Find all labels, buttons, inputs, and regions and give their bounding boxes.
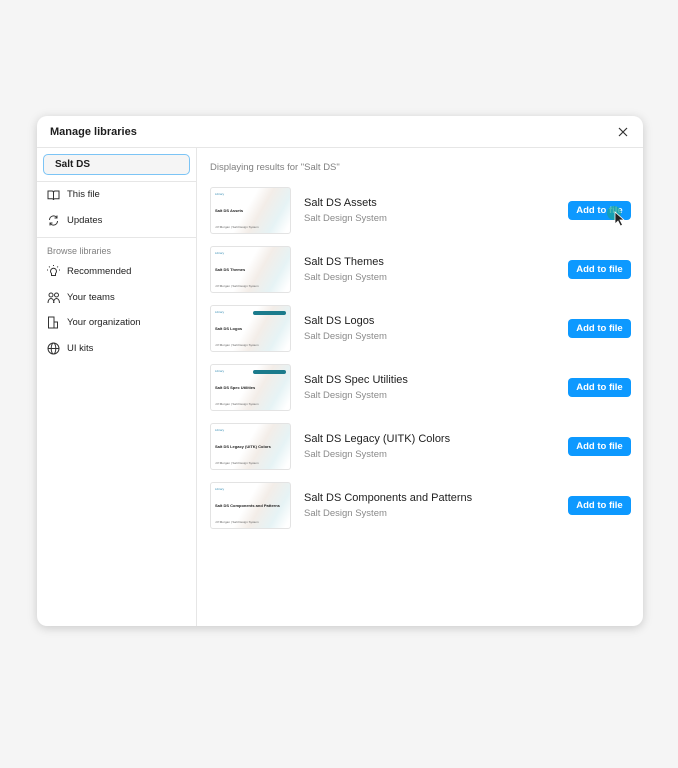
- button-label: Add to file: [576, 499, 623, 511]
- library-name: Salt DS Assets: [304, 196, 377, 209]
- thumbnail-library-label: Library: [215, 427, 225, 432]
- search-field[interactable]: [43, 154, 190, 175]
- library-result-row[interactable]: Library Salt DS Assets J.P.Morgan | Salt…: [210, 186, 631, 234]
- sidebar-item-label: Updates: [67, 214, 103, 226]
- add-to-file-button[interactable]: Add to file: [568, 318, 631, 338]
- sidebar-item-label: Recommended: [67, 266, 132, 278]
- people-icon: [47, 292, 60, 303]
- library-name: Salt DS Logos: [304, 314, 375, 327]
- manage-libraries-dialog: Manage libraries This file Updates Browse…: [37, 116, 643, 626]
- library-name: Salt DS Legacy (UITK) Colors: [304, 432, 451, 445]
- dialog-title: Manage libraries: [50, 125, 137, 138]
- button-label: Add to file: [576, 204, 623, 216]
- sidebar-item-this-file[interactable]: This file: [37, 182, 196, 208]
- refresh-icon: [48, 215, 59, 226]
- thumbnail-library-label: Library: [215, 309, 225, 314]
- thumbnail-title: Salt DS Legacy (UITK) Colors: [215, 443, 271, 449]
- add-to-file-button[interactable]: Add to file: [568, 200, 631, 227]
- sidebar-item-your-organization[interactable]: Your organization: [37, 310, 196, 336]
- library-team: Salt Design System: [304, 507, 387, 519]
- globe-icon: [47, 342, 60, 355]
- sidebar-item-label: Your teams: [67, 291, 115, 303]
- button-label: Add to file: [576, 381, 623, 393]
- library-result-row[interactable]: Library Salt DS Legacy (UITK) Colors J.P…: [210, 422, 631, 470]
- library-team: Salt Design System: [304, 271, 387, 283]
- sidebar-item-ui-kits[interactable]: UI kits: [37, 336, 196, 362]
- thumbnail-footer: J.P.Morgan | Salt Design System: [215, 224, 259, 229]
- library-thumbnail: Library Salt DS Components and Patterns …: [210, 481, 291, 529]
- thumbnail-footer: J.P.Morgan | Salt Design System: [215, 460, 259, 465]
- sidebar-item-label: This file: [67, 189, 100, 201]
- organization-icon: [48, 316, 58, 329]
- thumbnail-footer: J.P.Morgan | Salt Design System: [215, 342, 259, 347]
- browse-libraries-heading: Browse libraries: [47, 246, 112, 256]
- thumbnail-title: Salt DS Assets: [215, 207, 244, 213]
- library-team: Salt Design System: [304, 212, 387, 224]
- thumbnail-badge: [253, 369, 286, 374]
- sidebar-item-label: Your organization: [67, 317, 141, 329]
- button-label: Add to file: [576, 322, 623, 334]
- thumbnail-title: Salt DS Spec Utilities: [215, 384, 256, 390]
- library-name: Salt DS Spec Utilities: [304, 373, 408, 386]
- button-label: Add to file: [576, 440, 623, 452]
- sidebar-item-your-teams[interactable]: Your teams: [37, 285, 196, 311]
- results-panel: Displaying results for "Salt DS" Library…: [198, 148, 643, 626]
- library-team: Salt Design System: [304, 389, 387, 401]
- library-result-row[interactable]: Library Salt DS Components and Patterns …: [210, 481, 631, 529]
- sidebar-item-recommended[interactable]: Recommended: [37, 259, 196, 285]
- add-to-file-button[interactable]: Add to file: [568, 259, 631, 279]
- close-icon[interactable]: [616, 125, 630, 139]
- thumbnail-footer: J.P.Morgan | Salt Design System: [215, 401, 259, 406]
- sidebar-item-updates[interactable]: Updates: [37, 208, 196, 234]
- thumbnail-footer: J.P.Morgan | Salt Design System: [215, 519, 259, 524]
- thumbnail-badge: [253, 310, 286, 315]
- thumbnail-title: Salt DS Logos: [215, 325, 243, 331]
- dialog-header: Manage libraries: [37, 116, 643, 148]
- library-thumbnail: Library Salt DS Logos J.P.Morgan | Salt …: [210, 304, 291, 352]
- thumbnail-library-label: Library: [215, 486, 225, 491]
- library-thumbnail: Library Salt DS Spec Utilities J.P.Morga…: [210, 363, 291, 411]
- library-result-row[interactable]: Library Salt DS Spec Utilities J.P.Morga…: [210, 363, 631, 411]
- library-thumbnail: Library Salt DS Legacy (UITK) Colors J.P…: [210, 422, 291, 470]
- search-input[interactable]: [55, 159, 189, 170]
- lightbulb-icon: [47, 265, 60, 277]
- add-to-file-button[interactable]: Add to file: [568, 495, 631, 515]
- thumbnail-footer: J.P.Morgan | Salt Design System: [215, 283, 259, 288]
- thumbnail-library-label: Library: [215, 191, 225, 196]
- thumbnail-library-label: Library: [215, 250, 225, 255]
- library-thumbnail: Library Salt DS Assets J.P.Morgan | Salt…: [210, 186, 291, 234]
- book-icon: [47, 190, 60, 201]
- library-name: Salt DS Components and Patterns: [304, 491, 473, 504]
- button-label: Add to file: [576, 263, 623, 275]
- library-result-row[interactable]: Library Salt DS Logos J.P.Morgan | Salt …: [210, 304, 631, 352]
- library-team: Salt Design System: [304, 330, 387, 342]
- thumbnail-title: Salt DS Components and Patterns: [215, 502, 280, 508]
- thumbnail-title: Salt DS Themes: [215, 266, 246, 272]
- library-team: Salt Design System: [304, 448, 387, 460]
- library-result-row[interactable]: Library Salt DS Themes J.P.Morgan | Salt…: [210, 245, 631, 293]
- library-name: Salt DS Themes: [304, 255, 384, 268]
- sidebar-item-label: UI kits: [67, 342, 94, 354]
- results-label: Displaying results for "Salt DS": [210, 162, 340, 173]
- add-to-file-button[interactable]: Add to file: [568, 436, 631, 456]
- add-to-file-button[interactable]: Add to file: [568, 377, 631, 397]
- library-thumbnail: Library Salt DS Themes J.P.Morgan | Salt…: [210, 245, 291, 293]
- sidebar: This file Updates Browse libraries Recomm…: [37, 148, 197, 626]
- thumbnail-library-label: Library: [215, 368, 225, 373]
